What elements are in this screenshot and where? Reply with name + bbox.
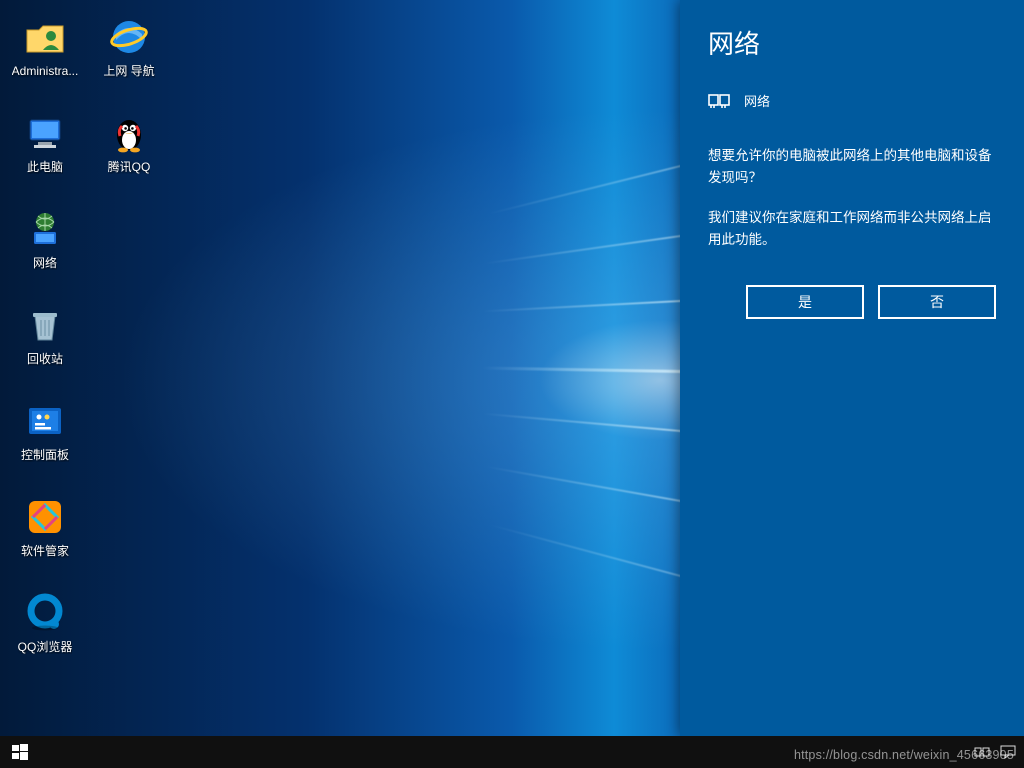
desktop[interactable]: Administra... 上网 导航 [0,0,1024,768]
qq-browser-icon [24,592,66,634]
desktop-icon-recycle-bin[interactable]: 回收站 [6,298,84,390]
desktop-icon-ie[interactable]: 上网 导航 [90,10,168,102]
this-pc-icon [24,112,66,154]
windows-logo-icon [12,744,28,760]
desktop-icon-user-folder[interactable]: Administra... [6,10,84,102]
flyout-message-1: 想要允许你的电脑被此网络上的其他电脑和设备发现吗？ [708,145,996,189]
internet-explorer-icon [108,16,150,58]
network-flyout: 网络 网络 想要允许你的电脑被此网络上的其他电脑和设备发现吗？ 我们建议你在家庭… [680,0,1024,736]
no-button[interactable]: 否 [878,285,996,319]
desktop-icon-label: 腾讯QQ [108,160,151,174]
desktop-icon-label: 此电脑 [27,160,63,174]
tray-network-icon[interactable] [974,744,990,760]
desktop-icon-label: 控制面板 [21,448,69,462]
desktop-icon-this-pc[interactable]: 此电脑 [6,106,84,198]
desktop-icon-qq-browser[interactable]: QQ浏览器 [6,586,84,678]
desktop-icon-control-panel[interactable]: 控制面板 [6,394,84,486]
network-name: 网络 [744,91,770,110]
desktop-icon-network[interactable]: 网络 [6,202,84,294]
flyout-message-2: 我们建议你在家庭和工作网络而非公共网络上启用此功能。 [708,207,996,251]
tray-action-center-icon[interactable] [1000,744,1016,760]
desktop-icon-label: 上网 导航 [103,64,154,78]
software-manager-icon [24,496,66,538]
desktop-icon-label: 回收站 [27,352,63,366]
yes-button[interactable]: 是 [746,285,864,319]
desktop-icon-label: 网络 [33,256,57,270]
system-tray [966,736,1024,768]
qq-penguin-icon [108,112,150,154]
desktop-icon-qq[interactable]: 腾讯QQ [90,106,168,198]
flyout-button-row: 是 否 [708,285,996,319]
ethernet-icon [708,89,730,111]
network-entry[interactable]: 网络 [708,89,996,111]
network-icon [24,208,66,250]
flyout-title: 网络 [708,24,996,61]
desktop-icon-label: Administra... [12,64,79,78]
user-folder-icon [24,16,66,58]
desktop-icon-label: QQ浏览器 [18,640,73,654]
desktop-icon-soft-manager[interactable]: 软件管家 [6,490,84,582]
taskbar[interactable] [0,736,1024,768]
recycle-bin-icon [24,304,66,346]
desktop-icons: Administra... 上网 导航 [6,10,168,682]
control-panel-icon [24,400,66,442]
start-button[interactable] [0,736,40,768]
desktop-icon-label: 软件管家 [21,544,69,558]
